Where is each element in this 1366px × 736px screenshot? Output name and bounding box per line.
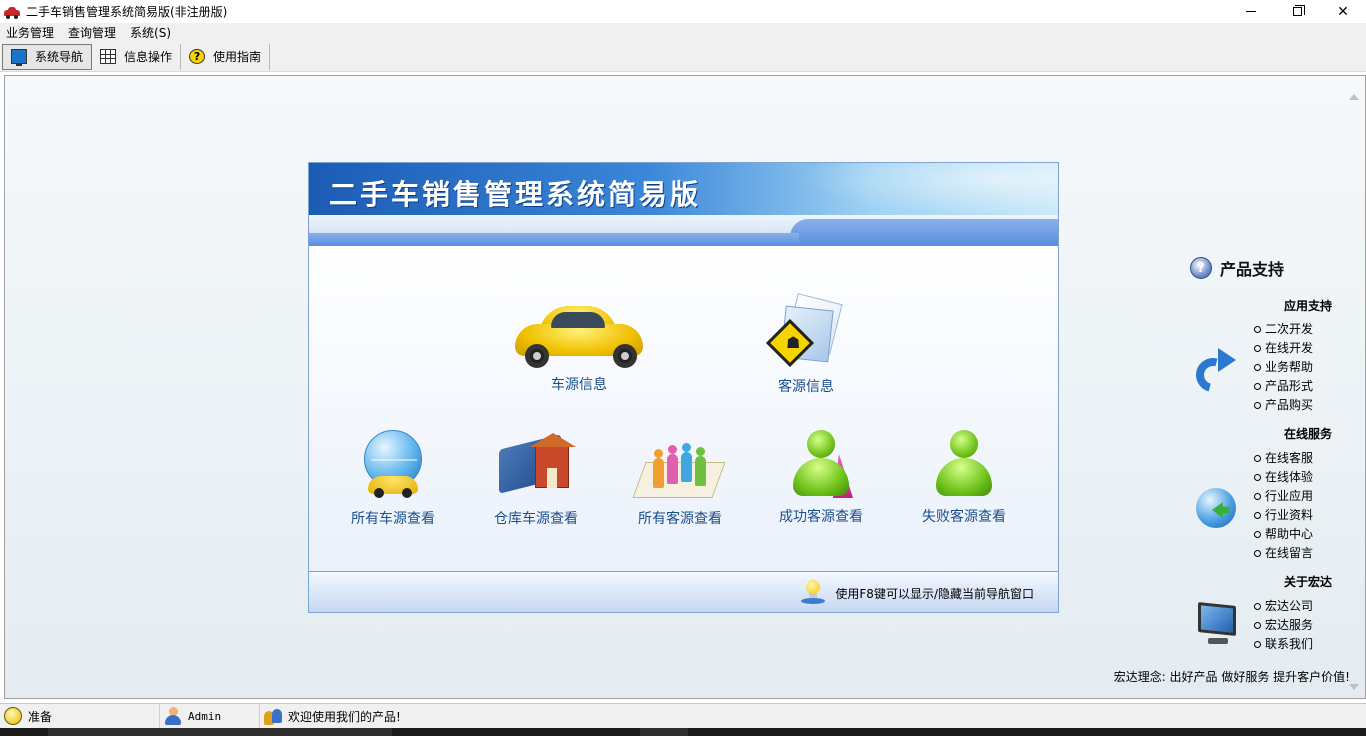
nav-customer-source[interactable]: ☗ 客源信息 bbox=[765, 293, 843, 396]
nav-car-source[interactable]: 车源信息 bbox=[509, 306, 649, 394]
section-about-links: 宏达公司 宏达服务 联系我们 bbox=[1254, 597, 1313, 654]
link-online-dev[interactable]: 在线开发 bbox=[1254, 339, 1313, 358]
menu-system[interactable]: 系统(S) bbox=[124, 24, 179, 41]
f8-tip: 使用F8键可以显示/隐藏当前导航窗口 bbox=[801, 580, 1034, 606]
link-leave-message[interactable]: 在线留言 bbox=[1254, 544, 1313, 563]
people-group-icon bbox=[632, 436, 726, 502]
link-product-form[interactable]: 产品形式 bbox=[1254, 377, 1313, 396]
nav-all-cars[interactable]: 所有车源查看 bbox=[351, 430, 435, 528]
status-welcome: 欢迎使用我们的产品! bbox=[260, 704, 560, 728]
nav-warehouse-cars[interactable]: 仓库车源查看 bbox=[494, 432, 578, 528]
close-button[interactable]: ✕ bbox=[1320, 0, 1366, 23]
tool-guide-button[interactable]: ? 使用指南 bbox=[181, 43, 271, 70]
green-person-flag-icon bbox=[789, 430, 853, 500]
window-title: 二手车销售管理系统简易版(非注册版) bbox=[26, 5, 228, 19]
scroll-down-arrow-icon[interactable] bbox=[1349, 684, 1359, 692]
menu-query[interactable]: 查询管理 bbox=[62, 24, 124, 41]
nav-car-source-label: 车源信息 bbox=[551, 377, 607, 393]
status-bar: 准备 Admin 欢迎使用我们的产品! bbox=[0, 703, 1366, 728]
minimize-icon bbox=[1246, 11, 1256, 12]
link-online-support[interactable]: 在线客服 bbox=[1254, 449, 1313, 468]
menu-bar: 业务管理 查询管理 系统(S) bbox=[0, 23, 1366, 42]
computer-monitor-icon bbox=[1198, 602, 1238, 648]
tool-info-ops-label: 信息操作 bbox=[124, 50, 173, 64]
question-circle-icon: ? bbox=[1190, 257, 1212, 279]
tool-info-ops-button[interactable]: 信息操作 bbox=[92, 43, 182, 70]
link-online-trial[interactable]: 在线体验 bbox=[1254, 468, 1313, 487]
support-header: ? 产品支持 bbox=[1190, 256, 1284, 280]
scroll-up-arrow-icon[interactable] bbox=[1349, 94, 1359, 102]
taskbar-segment bbox=[640, 728, 688, 736]
nav-failed-customers-label: 失败客源查看 bbox=[922, 509, 1006, 525]
client-area: 二手车销售管理系统简易版 车源信息 ☗ 客源信息 所有车源查看 仓库车源查看 所… bbox=[4, 75, 1366, 699]
link-secondary-dev[interactable]: 二次开发 bbox=[1254, 320, 1313, 339]
link-company[interactable]: 宏达公司 bbox=[1254, 597, 1313, 616]
globe-arrow-icon bbox=[1196, 488, 1236, 528]
section-online-service-title: 在线服务 bbox=[1284, 427, 1333, 441]
window-controls: ✕ bbox=[1228, 0, 1366, 23]
panel-body: 车源信息 ☗ 客源信息 所有车源查看 仓库车源查看 所有客源查看 成功客源查看 … bbox=[309, 245, 1058, 573]
company-motto: 宏达理念: 出好产品 做好服务 提升客户价值! bbox=[1113, 670, 1350, 684]
help-icon: ? bbox=[189, 49, 206, 64]
panel-header-band bbox=[309, 215, 1058, 245]
tool-guide-label: 使用指南 bbox=[213, 50, 262, 64]
nav-all-customers[interactable]: 所有客源查看 bbox=[632, 436, 726, 528]
link-services[interactable]: 宏达服务 bbox=[1254, 616, 1313, 635]
link-business-help[interactable]: 业务帮助 bbox=[1254, 358, 1313, 377]
globe-car-icon bbox=[362, 430, 424, 502]
restore-button[interactable] bbox=[1274, 0, 1320, 23]
grid-icon bbox=[100, 49, 117, 64]
status-user: Admin bbox=[160, 704, 260, 728]
nav-customer-source-label: 客源信息 bbox=[778, 379, 834, 395]
taskbar-segment bbox=[48, 728, 392, 736]
support-title: 产品支持 bbox=[1220, 260, 1285, 279]
link-contact-us[interactable]: 联系我们 bbox=[1254, 635, 1313, 654]
link-industry-apps[interactable]: 行业应用 bbox=[1254, 487, 1313, 506]
nav-all-cars-label: 所有车源查看 bbox=[351, 511, 435, 527]
toolbar: 系统导航 信息操作 ? 使用指南 bbox=[0, 42, 1366, 72]
section-app-support-title: 应用支持 bbox=[1284, 299, 1333, 313]
title-bar[interactable]: 二手车销售管理系统简易版(非注册版) ✕ bbox=[0, 0, 1366, 23]
tool-system-nav-label: 系统导航 bbox=[35, 50, 84, 64]
panel-title: 二手车销售管理系统简易版 bbox=[329, 178, 702, 211]
nav-all-customers-label: 所有客源查看 bbox=[638, 511, 722, 527]
taskbar-strip bbox=[0, 728, 1366, 736]
status-user-text: Admin bbox=[188, 709, 222, 723]
yellow-car-icon bbox=[509, 306, 649, 368]
panel-footer: 使用F8键可以显示/隐藏当前导航窗口 bbox=[309, 571, 1058, 612]
status-ready-text: 准备 bbox=[28, 709, 53, 724]
tool-system-nav-button[interactable]: 系统导航 bbox=[2, 43, 93, 70]
pedestrian-sign-folder-icon: ☗ bbox=[765, 293, 843, 370]
nav-failed-customers[interactable]: 失败客源查看 bbox=[922, 430, 1006, 526]
book-house-icon bbox=[497, 432, 576, 502]
panel-header: 二手车销售管理系统简易版 bbox=[309, 163, 1058, 215]
section-about-title: 关于宏达 bbox=[1284, 575, 1333, 589]
close-icon: ✕ bbox=[1337, 3, 1349, 20]
lightbulb-icon bbox=[801, 580, 826, 606]
nav-success-customers[interactable]: 成功客源查看 bbox=[779, 430, 863, 526]
nav-success-customers-label: 成功客源查看 bbox=[779, 509, 863, 525]
section-app-support-links: 二次开发 在线开发 业务帮助 产品形式 产品购买 bbox=[1254, 320, 1313, 415]
status-ready: 准备 bbox=[0, 704, 160, 728]
user-icon bbox=[164, 707, 182, 725]
green-person-icon bbox=[932, 430, 996, 500]
nav-warehouse-cars-label: 仓库车源查看 bbox=[494, 511, 578, 527]
minimize-button[interactable] bbox=[1228, 0, 1274, 23]
app-car-icon bbox=[4, 6, 20, 19]
menu-business[interactable]: 业务管理 bbox=[0, 24, 62, 41]
monitor-icon bbox=[11, 49, 27, 66]
blue-arrow-icon bbox=[1189, 348, 1238, 399]
link-help-center[interactable]: 帮助中心 bbox=[1254, 525, 1313, 544]
section-online-service-links: 在线客服 在线体验 行业应用 行业资料 帮助中心 在线留言 bbox=[1254, 449, 1313, 563]
f8-tip-text: 使用F8键可以显示/隐藏当前导航窗口 bbox=[835, 586, 1034, 601]
restore-icon bbox=[1292, 5, 1305, 16]
navigation-panel: 二手车销售管理系统简易版 车源信息 ☗ 客源信息 所有车源查看 仓库车源查看 所… bbox=[308, 162, 1059, 613]
link-industry-docs[interactable]: 行业资料 bbox=[1254, 506, 1313, 525]
link-product-buy[interactable]: 产品购买 bbox=[1254, 396, 1313, 415]
ready-icon bbox=[4, 707, 22, 725]
users-icon bbox=[264, 707, 282, 725]
status-welcome-text: 欢迎使用我们的产品! bbox=[288, 709, 401, 724]
